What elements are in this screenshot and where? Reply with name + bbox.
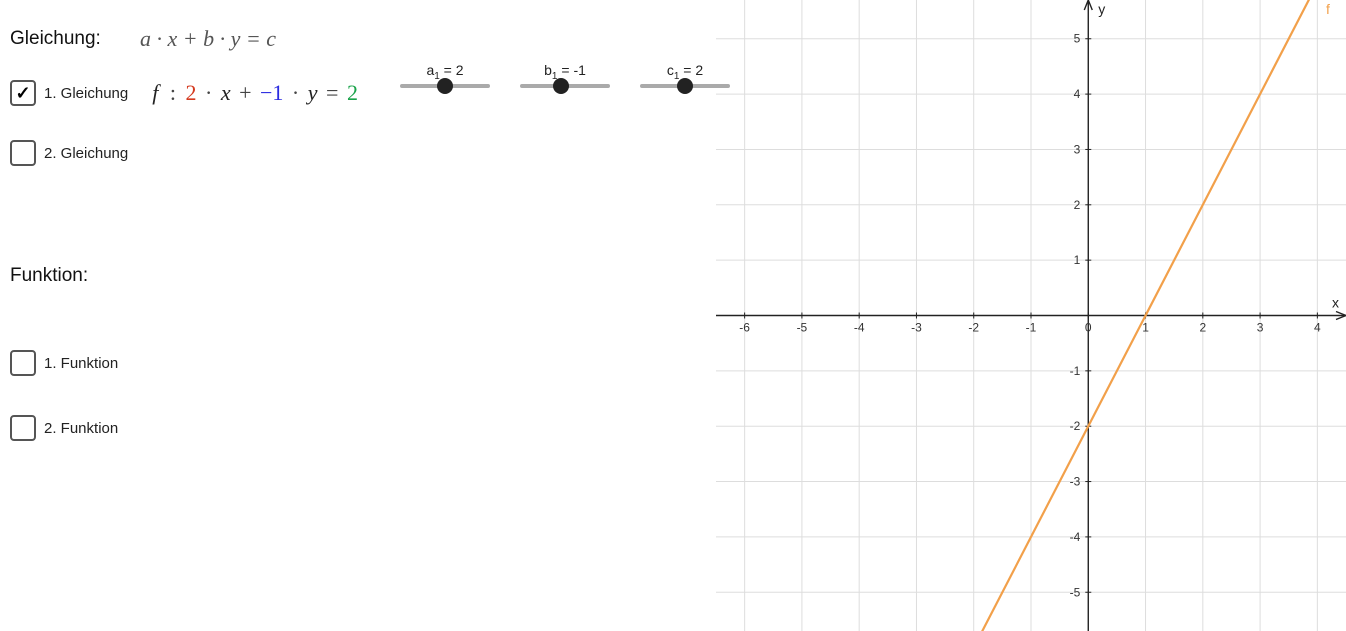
eq1-dot2: · (292, 80, 299, 105)
svg-text:-3: -3 (1070, 475, 1081, 489)
eq1-colon: : (170, 80, 176, 105)
eq1-x: x (221, 80, 231, 105)
svg-text:2: 2 (1199, 321, 1206, 335)
slider-b1-thumb[interactable] (553, 78, 569, 94)
svg-text:-5: -5 (1070, 585, 1081, 599)
y-axis-label: y (1098, 1, 1105, 17)
eq1-eqsign: = (326, 80, 338, 105)
eq1-dot1: · (205, 80, 212, 105)
checkbox-fn1[interactable] (10, 350, 36, 376)
svg-text:0: 0 (1085, 321, 1092, 335)
heading-gleichung: Gleichung: (10, 28, 101, 50)
checkbox-eq2[interactable] (10, 140, 36, 166)
svg-text:3: 3 (1074, 142, 1081, 156)
eq1-a: 2 (185, 80, 196, 105)
svg-text:-2: -2 (968, 321, 979, 335)
svg-text:-4: -4 (1070, 530, 1081, 544)
general-lhs: a · x + b · y (140, 26, 240, 51)
svg-text:4: 4 (1074, 87, 1081, 101)
eq1-b-sign: − (260, 80, 272, 105)
checkbox-eq1-label: 1. Gleichung (44, 85, 128, 102)
general-rhs: c (266, 26, 276, 51)
checkbox-eq2-label: 2. Gleichung (44, 145, 128, 162)
eq1-c: 2 (347, 80, 358, 105)
svg-text:2: 2 (1074, 198, 1081, 212)
heading-funktion: Funktion: (10, 265, 88, 287)
svg-text:-3: -3 (911, 321, 922, 335)
line-f-label: f (1326, 1, 1330, 17)
graph-svg[interactable]: -6 -5 -4 -3 -2 -1 0 1 2 3 4 -5 -4 -3 -2 -1 1 2 3 4 5 x y f (716, 0, 1346, 631)
checkbox-fn2[interactable] (10, 415, 36, 441)
svg-text:-6: -6 (739, 321, 750, 335)
svg-text:-1: -1 (1026, 321, 1037, 335)
checkbox-fn1-label: 1. Funktion (44, 355, 118, 372)
svg-text:-5: -5 (797, 321, 808, 335)
general-eq-sign: = (246, 26, 261, 51)
slider-a1-track[interactable] (400, 84, 490, 88)
checkbox-eq1[interactable] (10, 80, 36, 106)
svg-text:4: 4 (1314, 321, 1321, 335)
eq1-formula: f : 2 · x + −1 · y = 2 (152, 80, 358, 106)
svg-text:3: 3 (1257, 321, 1264, 335)
svg-text:-2: -2 (1070, 419, 1081, 433)
sliders-eq1: a1 = 2 b1 = -1 c1 = 2 (400, 62, 730, 88)
slider-c1-thumb[interactable] (677, 78, 693, 94)
general-equation: a · x + b · y = c (140, 26, 276, 52)
svg-text:-1: -1 (1070, 364, 1081, 378)
svg-text:1: 1 (1074, 253, 1081, 267)
eq1-y: y (308, 80, 318, 105)
svg-text:5: 5 (1074, 32, 1081, 46)
eq1-fname: f (152, 80, 158, 105)
slider-b1[interactable]: b1 = -1 (520, 62, 610, 88)
svg-text:1: 1 (1142, 321, 1149, 335)
slider-a1[interactable]: a1 = 2 (400, 62, 490, 88)
graph-panel[interactable]: -6 -5 -4 -3 -2 -1 0 1 2 3 4 -5 -4 -3 -2 -1 1 2 3 4 5 x y f (716, 0, 1346, 631)
slider-a1-thumb[interactable] (437, 78, 453, 94)
svg-text:-4: -4 (854, 321, 865, 335)
checkbox-fn2-label: 2. Funktion (44, 420, 118, 437)
x-axis-label: x (1332, 295, 1339, 311)
eq1-plus: + (239, 80, 251, 105)
eq1-b: 1 (272, 80, 283, 105)
slider-b1-track[interactable] (520, 84, 610, 88)
